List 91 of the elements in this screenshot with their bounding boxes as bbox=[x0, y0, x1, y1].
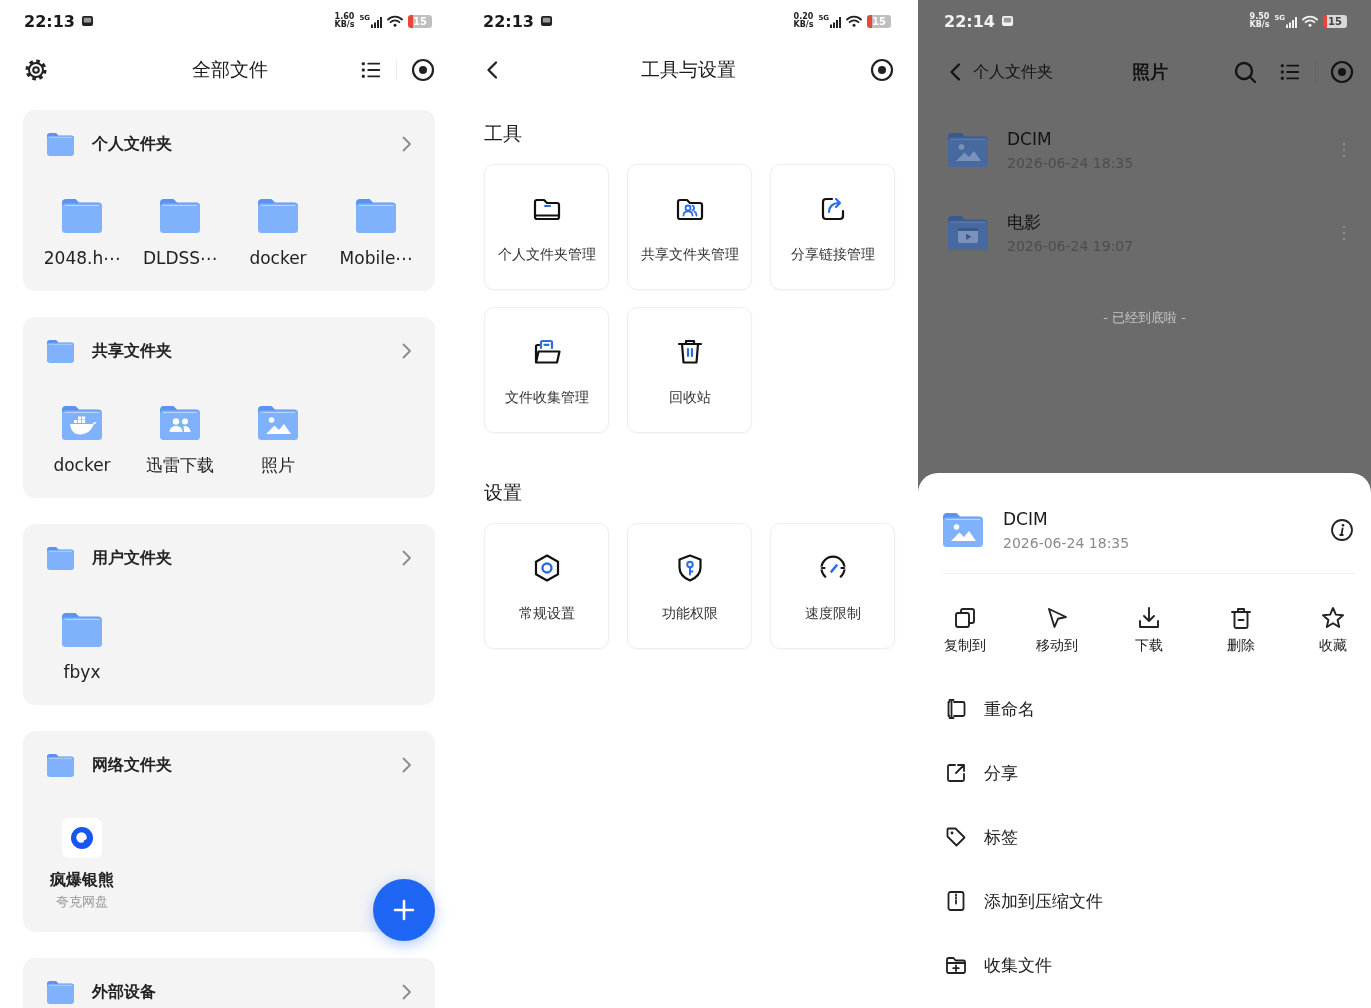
folder-item[interactable]: docker bbox=[249, 197, 307, 269]
circle-dot-icon[interactable] bbox=[1330, 60, 1354, 84]
action-button[interactable]: 删除 bbox=[1211, 605, 1271, 655]
section-title[interactable]: 共享文件夹 bbox=[92, 340, 172, 362]
battery-indicator: 15 bbox=[867, 14, 891, 28]
speed-unit: KB/s bbox=[334, 21, 355, 29]
folder-item[interactable]: Mobile⋯ bbox=[339, 197, 413, 269]
folder-icon bbox=[47, 546, 74, 570]
screen-title: 照片 bbox=[1132, 60, 1168, 84]
sheet-file-date: 2026-06-24 18:35 bbox=[1003, 534, 1130, 552]
folder-item[interactable]: 2048.h⋯ bbox=[43, 197, 121, 269]
menu-item[interactable]: 标签 bbox=[918, 805, 1018, 869]
folder-icon bbox=[47, 980, 74, 1004]
action-button[interactable]: 收藏 bbox=[1303, 605, 1363, 655]
wifi-icon bbox=[387, 15, 404, 27]
signal-icon bbox=[371, 16, 383, 28]
section-title[interactable]: 用户文件夹 bbox=[92, 547, 172, 569]
drive-type: 夸克网盘 bbox=[56, 893, 108, 910]
tool-tile[interactable]: 个人文件夹管理 bbox=[484, 164, 609, 290]
section-title[interactable]: 网络文件夹 bbox=[92, 754, 172, 776]
notification-icon bbox=[80, 15, 94, 27]
tool-tile[interactable]: 文件收集管理 bbox=[484, 307, 609, 433]
folder-icon bbox=[356, 199, 396, 233]
photo-folder-icon bbox=[943, 510, 983, 550]
tool-tile[interactable]: 常规设置 bbox=[484, 523, 609, 649]
sheet-file-name: DCIM bbox=[1003, 508, 1049, 530]
people-folder-icon bbox=[160, 406, 200, 440]
folder-item[interactable]: fbyx bbox=[62, 611, 102, 683]
notification-icon bbox=[539, 15, 553, 27]
section-title[interactable]: 个人文件夹 bbox=[92, 133, 172, 155]
settings-icon[interactable] bbox=[24, 58, 48, 82]
trash-icon bbox=[1228, 605, 1254, 631]
share-icon bbox=[944, 761, 968, 785]
list-end-note: - 已经到底啦 - bbox=[1103, 309, 1186, 327]
folder-item[interactable]: 照片 bbox=[258, 404, 298, 476]
action-button[interactable]: 下载 bbox=[1119, 605, 1179, 655]
download-icon bbox=[1136, 605, 1162, 631]
copy-icon bbox=[952, 605, 978, 631]
tool-tile[interactable]: 速度限制 bbox=[770, 523, 895, 649]
folder-icon bbox=[258, 199, 298, 233]
tag-icon bbox=[944, 825, 968, 849]
battery-indicator: 15 bbox=[408, 14, 432, 28]
action-button[interactable]: 复制到 bbox=[935, 605, 995, 655]
search-icon[interactable] bbox=[1233, 60, 1257, 84]
action-button[interactable]: 移动到 bbox=[1027, 605, 1087, 655]
wifi-icon bbox=[1302, 15, 1319, 27]
section-title[interactable]: 外部设备 bbox=[92, 981, 156, 1003]
circle-dot-icon[interactable] bbox=[411, 58, 435, 82]
status-time: 22:13 bbox=[483, 11, 534, 31]
circle-dot-icon[interactable] bbox=[870, 58, 894, 82]
status-time: 22:14 bbox=[944, 11, 995, 31]
signal-icon bbox=[1286, 16, 1298, 28]
folder-icon bbox=[47, 753, 74, 777]
menu-item[interactable]: 重命名 bbox=[918, 677, 1035, 741]
star-icon bbox=[1320, 605, 1346, 631]
speed-unit: KB/s bbox=[793, 21, 814, 29]
folder-item[interactable]: DLDSS⋯ bbox=[142, 197, 218, 269]
tool-tile[interactable]: 分享链接管理 bbox=[770, 164, 895, 290]
list-view-icon[interactable] bbox=[360, 59, 382, 81]
drive-item[interactable]: 疯爆银熊 bbox=[50, 818, 114, 891]
network-speed: 1.60 bbox=[334, 13, 355, 21]
tool-tile[interactable]: 回收站 bbox=[627, 307, 752, 433]
status-time: 22:13 bbox=[24, 11, 75, 31]
network-speed: 0.20 bbox=[793, 13, 814, 21]
photo-folder-icon bbox=[258, 406, 298, 440]
signal-icon bbox=[830, 16, 842, 28]
group-heading: 设置 bbox=[484, 480, 522, 504]
group-heading: 工具 bbox=[484, 121, 522, 145]
tool-tile[interactable]: 共享文件夹管理 bbox=[627, 164, 752, 290]
folder-icon bbox=[62, 613, 102, 647]
whale-folder-icon bbox=[62, 406, 102, 440]
folder-item[interactable]: 迅雷下载 bbox=[146, 404, 214, 476]
network-speed: 9.50 bbox=[1249, 13, 1270, 21]
screen-title: 工具与设置 bbox=[641, 57, 736, 82]
folder-icon bbox=[160, 199, 200, 233]
menu-item[interactable]: 添加到压缩文件 bbox=[918, 869, 1103, 933]
info-icon[interactable] bbox=[1330, 518, 1354, 542]
folder-icon bbox=[47, 339, 74, 363]
folder-icon bbox=[62, 199, 102, 233]
plus-icon bbox=[391, 897, 417, 923]
menu-item[interactable]: 收集文件 bbox=[918, 933, 1052, 997]
folder-icon bbox=[47, 132, 74, 156]
wifi-icon bbox=[846, 15, 863, 27]
ring-logo-icon bbox=[62, 818, 102, 858]
menu-item[interactable]: 分享 bbox=[918, 741, 1018, 805]
tool-tile[interactable]: 功能权限 bbox=[627, 523, 752, 649]
screen-title: 全部文件 bbox=[191, 57, 268, 82]
notification-icon bbox=[1000, 15, 1014, 27]
battery-indicator: 15 bbox=[1323, 14, 1347, 28]
folder-item[interactable]: docker bbox=[53, 404, 111, 476]
speed-unit: KB/s bbox=[1249, 21, 1270, 29]
